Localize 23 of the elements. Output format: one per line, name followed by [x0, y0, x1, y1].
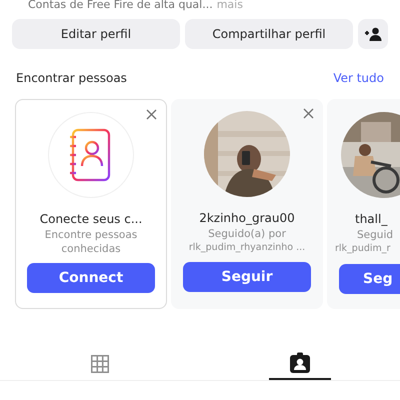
user-name: thall_	[355, 211, 388, 228]
connect-button[interactable]: Connect	[27, 263, 155, 293]
card-subtitle: Encontre pessoas conhecidas	[44, 228, 138, 256]
close-icon[interactable]	[146, 109, 157, 120]
follow-button[interactable]: Seg	[339, 264, 400, 294]
profile-button[interactable]: Editar perfil	[12, 19, 180, 49]
close-icon[interactable]	[303, 108, 314, 119]
follow-button[interactable]: Seguir	[183, 262, 311, 292]
followed-by-text: Seguid	[357, 228, 394, 242]
contacts-book-icon	[69, 128, 113, 182]
follower-name: rlk_pudim_r	[335, 242, 390, 256]
profile-button[interactable]: Compartilhar perfil	[185, 19, 353, 49]
section-title: Encontrar pessoas	[16, 70, 127, 87]
see-all-link[interactable]: Ver tudo	[333, 69, 384, 87]
card-subtitle: Seguido(a) por	[207, 227, 287, 241]
card-title: Conecte seus c...	[40, 211, 142, 228]
card-title: 2kzinho_grau00	[199, 210, 295, 227]
bio-text: Contas de Free Fire de alta qual...	[28, 0, 213, 11]
grid-icon	[91, 354, 109, 372]
add-person-icon	[364, 27, 382, 41]
add-person-button[interactable]	[358, 19, 388, 49]
follower-name: rlk_pudim_rhyanzinho ...	[188, 241, 306, 255]
tagged-person-icon	[289, 352, 311, 374]
